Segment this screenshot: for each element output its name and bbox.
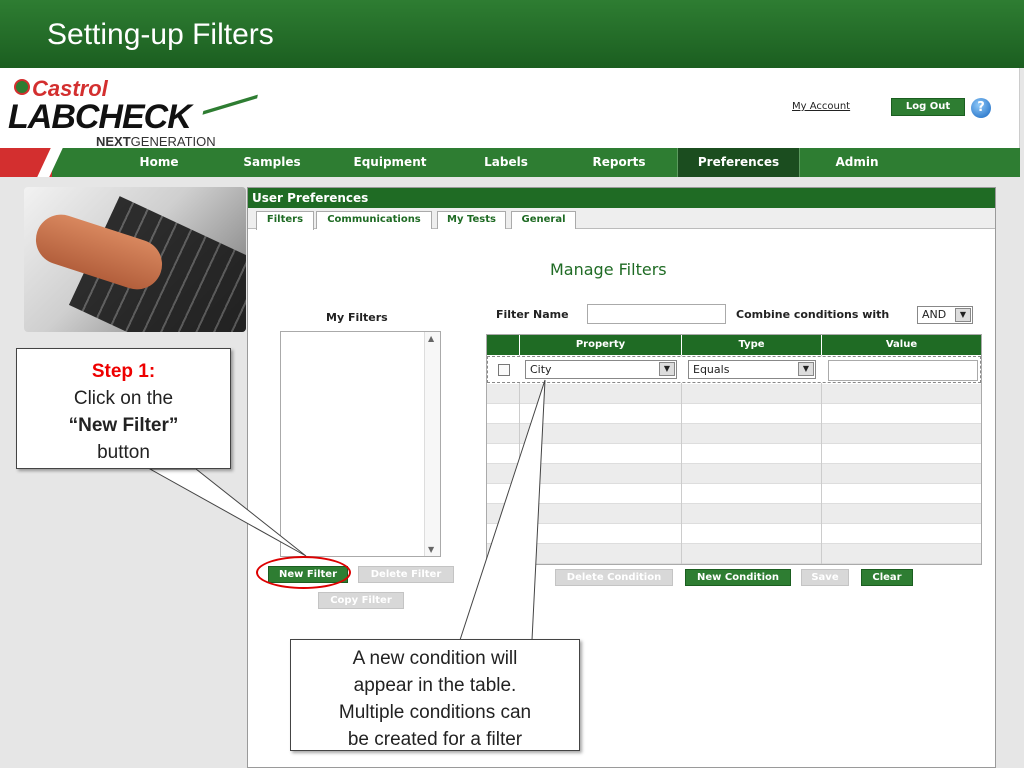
step-1-callout: Step 1: Click on the “New Filter” button [16,348,231,469]
step-1-line-2: “New Filter” [68,415,179,436]
step-1-line-1: Click on the [73,388,174,409]
tab-general[interactable]: General [511,211,576,229]
save-button[interactable]: Save [801,569,849,586]
scroll-up-icon[interactable]: ▲ [428,334,434,343]
value-input[interactable] [828,360,978,381]
labcheck-logo[interactable]: Castrol LABCHECK NEXTGENERATION [8,76,258,149]
conditions-table: Property Type Value City ▼ Equals ▼ [486,334,982,565]
keyboard-photo [24,187,246,332]
swoosh-icon [198,94,258,136]
filter-name-input[interactable] [587,304,726,324]
dropdown-arrow-icon[interactable]: ▼ [659,362,675,376]
logo-next-generation: NEXTGENERATION [96,134,216,149]
table-row [487,524,981,544]
callout-2-line-2: appear in the table. [353,675,517,696]
type-select[interactable]: Equals ▼ [688,360,816,379]
new-condition-button[interactable]: New Condition [685,569,791,586]
property-select-value: City [530,363,552,376]
table-row [487,504,981,524]
my-filters-list[interactable]: ▲ ▼ [280,331,441,557]
copy-filter-button[interactable]: Copy Filter [318,592,404,609]
manage-filters-heading: Manage Filters [550,260,667,279]
dropdown-arrow-icon[interactable]: ▼ [955,308,971,322]
type-select-value: Equals [693,363,730,376]
column-header-value: Value [821,335,981,355]
dropdown-arrow-icon[interactable]: ▼ [798,362,814,376]
filter-name-label: Filter Name [496,308,569,321]
nav-item-admin[interactable]: Admin [818,148,896,177]
tab-communications[interactable]: Communications [316,211,432,229]
callout-2-line-3: Multiple conditions can [338,702,532,723]
tab-filters[interactable]: Filters [256,211,314,230]
table-row [487,424,981,444]
combine-conditions-select[interactable]: AND ▼ [917,306,973,324]
combine-conditions-label: Combine conditions with [736,308,890,321]
column-header-property: Property [519,335,681,355]
logout-button[interactable]: Log Out [891,98,965,116]
table-row [487,544,981,564]
conditions-table-header: Property Type Value [487,335,981,355]
delete-filter-button[interactable]: Delete Filter [358,566,454,583]
preferences-tabs: Filters Communications My Tests General [248,208,995,230]
app-header: Castrol LABCHECK NEXTGENERATION My Accou… [0,68,1020,149]
nav-item-home[interactable]: Home [120,148,198,177]
table-row [487,404,981,424]
column-header-type: Type [681,335,821,355]
help-icon[interactable]: ? [971,98,991,118]
panel-title: User Preferences [248,188,995,208]
new-filter-highlight [256,556,351,589]
table-row [487,384,981,404]
column-divider [681,355,682,564]
my-account-link[interactable]: My Account [792,101,850,112]
callout-2-line-1: A new condition will [352,648,518,669]
property-select[interactable]: City ▼ [525,360,677,379]
step-1-line-3: button [97,442,150,463]
table-row [487,464,981,484]
condition-row: City ▼ Equals ▼ [487,356,981,383]
clear-button[interactable]: Clear [861,569,913,586]
nav-item-reports[interactable]: Reports [580,148,658,177]
slide-title-bar: Setting-up Filters [0,0,1024,68]
nav-item-equipment[interactable]: Equipment [345,148,435,177]
slide-title: Setting-up Filters [47,18,274,51]
scroll-down-icon[interactable]: ▼ [428,545,434,554]
column-divider [821,355,822,564]
nav-item-preferences[interactable]: Preferences [677,148,800,177]
delete-condition-button[interactable]: Delete Condition [555,569,673,586]
row-select-checkbox[interactable] [498,364,510,376]
main-nav: Home Samples Equipment Labels Reports Pr… [0,148,1020,177]
table-row [487,484,981,504]
filters-list-scrollbar[interactable]: ▲ ▼ [424,332,440,556]
new-condition-callout: A new condition will appear in the table… [290,639,580,751]
column-divider [519,355,520,564]
my-filters-label: My Filters [326,311,388,324]
combine-select-value: AND [922,308,947,321]
tab-my-tests[interactable]: My Tests [437,211,506,229]
nav-item-labels[interactable]: Labels [470,148,542,177]
table-row [487,444,981,464]
callout-2-line-4: be created for a filter [347,729,523,750]
step-1-label: Step 1: [91,361,156,382]
castrol-mark-icon [14,79,30,95]
logo-product: LABCHECK [8,98,192,136]
nav-item-samples[interactable]: Samples [232,148,312,177]
